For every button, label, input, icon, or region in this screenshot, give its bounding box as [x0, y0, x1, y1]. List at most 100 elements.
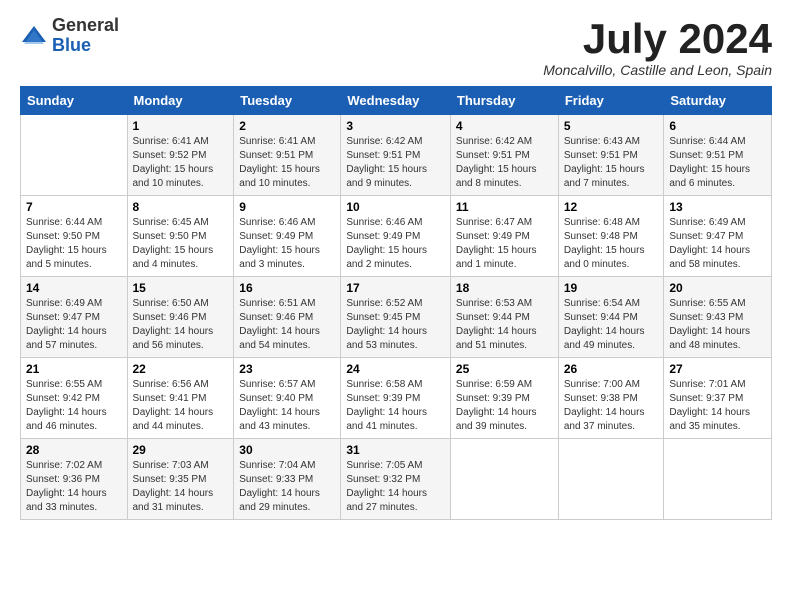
day-info: Sunrise: 6:57 AM Sunset: 9:40 PM Dayligh… — [239, 378, 335, 434]
weekday-header-saturday: Saturday — [664, 87, 772, 115]
day-number: 19 — [564, 281, 659, 295]
day-number: 24 — [346, 362, 445, 376]
calendar-cell: 16 Sunrise: 6:51 AM Sunset: 9:46 PM Dayli… — [234, 277, 341, 358]
day-number: 9 — [239, 200, 335, 214]
calendar-cell: 3 Sunrise: 6:42 AM Sunset: 9:51 PM Daylig… — [341, 115, 451, 196]
calendar-cell: 1Sunrise: 6:41 AM Sunset: 9:52 PM Daylig… — [127, 115, 234, 196]
day-info: Sunrise: 6:42 AM Sunset: 9:51 PM Dayligh… — [456, 135, 553, 191]
calendar-cell: 13 Sunrise: 6:49 AM Sunset: 9:47 PM Dayli… — [664, 196, 772, 277]
calendar-cell: 2 Sunrise: 6:41 AM Sunset: 9:51 PM Daylig… — [234, 115, 341, 196]
day-number: 5 — [564, 119, 659, 133]
page-header: General Blue July 2024 Moncalvillo, Cast… — [20, 16, 772, 78]
calendar-cell: 27 Sunrise: 7:01 AM Sunset: 9:37 PM Dayli… — [664, 358, 772, 439]
calendar-cell: 31 Sunrise: 7:05 AM Sunset: 9:32 PM Dayli… — [341, 439, 451, 520]
calendar-cell: 30 Sunrise: 7:04 AM Sunset: 9:33 PM Dayli… — [234, 439, 341, 520]
day-info: Sunrise: 6:42 AM Sunset: 9:51 PM Dayligh… — [346, 135, 445, 191]
week-row-3: 14Sunrise: 6:49 AM Sunset: 9:47 PM Dayli… — [21, 277, 772, 358]
calendar-cell — [21, 115, 128, 196]
day-number: 25 — [456, 362, 553, 376]
day-number: 12 — [564, 200, 659, 214]
day-number: 18 — [456, 281, 553, 295]
day-info: Sunrise: 6:59 AM Sunset: 9:39 PM Dayligh… — [456, 378, 553, 434]
calendar-cell: 7 Sunrise: 6:44 AM Sunset: 9:50 PM Daylig… — [21, 196, 128, 277]
day-info: Sunrise: 6:43 AM Sunset: 9:51 PM Dayligh… — [564, 135, 659, 191]
calendar-cell: 28 Sunrise: 7:02 AM Sunset: 9:36 PM Dayli… — [21, 439, 128, 520]
week-row-5: 28 Sunrise: 7:02 AM Sunset: 9:36 PM Dayli… — [21, 439, 772, 520]
day-number: 7 — [26, 200, 122, 214]
calendar-cell: 11 Sunrise: 6:47 AM Sunset: 9:49 PM Dayli… — [450, 196, 558, 277]
calendar-cell — [558, 439, 664, 520]
day-number: 11 — [456, 200, 553, 214]
calendar-cell: 20Sunrise: 6:55 AM Sunset: 9:43 PM Dayli… — [664, 277, 772, 358]
day-number: 20 — [669, 281, 766, 295]
logo-icon — [20, 22, 48, 50]
day-number: 6 — [669, 119, 766, 133]
day-number: 8 — [133, 200, 229, 214]
day-number: 28 — [26, 443, 122, 457]
week-row-2: 7 Sunrise: 6:44 AM Sunset: 9:50 PM Daylig… — [21, 196, 772, 277]
calendar-cell: 21 Sunrise: 6:55 AM Sunset: 9:42 PM Dayli… — [21, 358, 128, 439]
calendar-cell: 18 Sunrise: 6:53 AM Sunset: 9:44 PM Dayli… — [450, 277, 558, 358]
logo: General Blue — [20, 16, 119, 56]
day-info: Sunrise: 6:44 AM Sunset: 9:50 PM Dayligh… — [26, 216, 122, 272]
day-info: Sunrise: 7:01 AM Sunset: 9:37 PM Dayligh… — [669, 378, 766, 434]
calendar-cell: 5 Sunrise: 6:43 AM Sunset: 9:51 PM Daylig… — [558, 115, 664, 196]
day-info: Sunrise: 6:47 AM Sunset: 9:49 PM Dayligh… — [456, 216, 553, 272]
day-info: Sunrise: 6:53 AM Sunset: 9:44 PM Dayligh… — [456, 297, 553, 353]
day-number: 16 — [239, 281, 335, 295]
calendar-cell: 19Sunrise: 6:54 AM Sunset: 9:44 PM Dayli… — [558, 277, 664, 358]
logo-blue-text: Blue — [52, 35, 91, 55]
day-number: 13 — [669, 200, 766, 214]
day-number: 31 — [346, 443, 445, 457]
day-info: Sunrise: 6:41 AM Sunset: 9:51 PM Dayligh… — [239, 135, 335, 191]
weekday-header-wednesday: Wednesday — [341, 87, 451, 115]
calendar-cell: 26 Sunrise: 7:00 AM Sunset: 9:38 PM Dayli… — [558, 358, 664, 439]
calendar-cell: 10 Sunrise: 6:46 AM Sunset: 9:49 PM Dayli… — [341, 196, 451, 277]
day-info: Sunrise: 6:51 AM Sunset: 9:46 PM Dayligh… — [239, 297, 335, 353]
day-info: Sunrise: 6:52 AM Sunset: 9:45 PM Dayligh… — [346, 297, 445, 353]
day-info: Sunrise: 6:58 AM Sunset: 9:39 PM Dayligh… — [346, 378, 445, 434]
calendar-cell — [450, 439, 558, 520]
weekday-header-sunday: Sunday — [21, 87, 128, 115]
day-info: Sunrise: 7:00 AM Sunset: 9:38 PM Dayligh… — [564, 378, 659, 434]
calendar-cell: 14Sunrise: 6:49 AM Sunset: 9:47 PM Dayli… — [21, 277, 128, 358]
day-info: Sunrise: 6:55 AM Sunset: 9:42 PM Dayligh… — [26, 378, 122, 434]
day-number: 27 — [669, 362, 766, 376]
day-number: 2 — [239, 119, 335, 133]
day-number: 4 — [456, 119, 553, 133]
day-number: 14 — [26, 281, 122, 295]
day-info: Sunrise: 6:44 AM Sunset: 9:51 PM Dayligh… — [669, 135, 766, 191]
calendar-table: SundayMondayTuesdayWednesdayThursdayFrid… — [20, 86, 772, 520]
day-number: 15 — [133, 281, 229, 295]
calendar-cell: 6 Sunrise: 6:44 AM Sunset: 9:51 PM Daylig… — [664, 115, 772, 196]
weekday-header-row: SundayMondayTuesdayWednesdayThursdayFrid… — [21, 87, 772, 115]
day-info: Sunrise: 6:46 AM Sunset: 9:49 PM Dayligh… — [239, 216, 335, 272]
day-number: 30 — [239, 443, 335, 457]
calendar-cell: 17 Sunrise: 6:52 AM Sunset: 9:45 PM Dayli… — [341, 277, 451, 358]
calendar-cell: 15Sunrise: 6:50 AM Sunset: 9:46 PM Dayli… — [127, 277, 234, 358]
day-number: 1 — [133, 119, 229, 133]
calendar-cell: 22Sunrise: 6:56 AM Sunset: 9:41 PM Dayli… — [127, 358, 234, 439]
day-number: 22 — [133, 362, 229, 376]
day-info: Sunrise: 7:02 AM Sunset: 9:36 PM Dayligh… — [26, 459, 122, 515]
day-info: Sunrise: 7:05 AM Sunset: 9:32 PM Dayligh… — [346, 459, 445, 515]
calendar-cell: 23Sunrise: 6:57 AM Sunset: 9:40 PM Dayli… — [234, 358, 341, 439]
weekday-header-friday: Friday — [558, 87, 664, 115]
day-info: Sunrise: 6:49 AM Sunset: 9:47 PM Dayligh… — [669, 216, 766, 272]
week-row-1: 1Sunrise: 6:41 AM Sunset: 9:52 PM Daylig… — [21, 115, 772, 196]
calendar-cell: 12Sunrise: 6:48 AM Sunset: 9:48 PM Dayli… — [558, 196, 664, 277]
weekday-header-monday: Monday — [127, 87, 234, 115]
weekday-header-tuesday: Tuesday — [234, 87, 341, 115]
day-info: Sunrise: 7:04 AM Sunset: 9:33 PM Dayligh… — [239, 459, 335, 515]
day-number: 21 — [26, 362, 122, 376]
day-number: 17 — [346, 281, 445, 295]
day-number: 3 — [346, 119, 445, 133]
weekday-header-thursday: Thursday — [450, 87, 558, 115]
week-row-4: 21 Sunrise: 6:55 AM Sunset: 9:42 PM Dayli… — [21, 358, 772, 439]
calendar-cell: 24 Sunrise: 6:58 AM Sunset: 9:39 PM Dayli… — [341, 358, 451, 439]
calendar-cell: 25 Sunrise: 6:59 AM Sunset: 9:39 PM Dayli… — [450, 358, 558, 439]
day-number: 29 — [133, 443, 229, 457]
day-number: 26 — [564, 362, 659, 376]
day-number: 10 — [346, 200, 445, 214]
day-info: Sunrise: 6:46 AM Sunset: 9:49 PM Dayligh… — [346, 216, 445, 272]
